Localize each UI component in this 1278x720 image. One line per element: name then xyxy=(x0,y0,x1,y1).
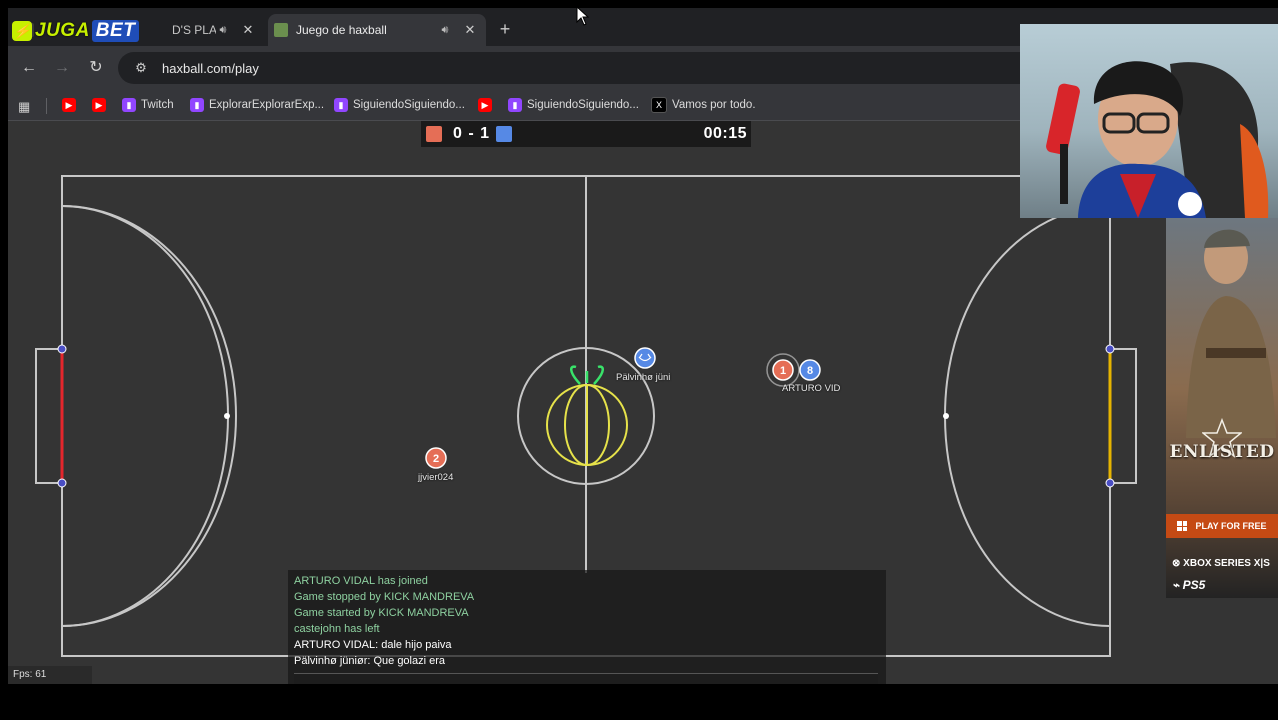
match-timer: 00:15 xyxy=(703,125,747,142)
windows-icon xyxy=(1177,521,1188,531)
ps5-label: ⌁ PS5 xyxy=(1172,578,1206,592)
player-8: 8 xyxy=(799,359,821,381)
penalty-spot xyxy=(224,413,230,419)
chat-input[interactable] xyxy=(294,673,878,684)
chat-line: Pälvinhø jüniør: Que golazi era xyxy=(294,655,446,667)
scoreboard: 0 - 1 00:15 xyxy=(421,121,751,147)
youtube-icon: ▶ xyxy=(62,98,76,112)
reload-button[interactable]: ↻ xyxy=(85,57,107,79)
player-name: jjvier024 xyxy=(418,472,454,483)
close-icon[interactable]: ✕ xyxy=(462,22,478,38)
bookmark-twitch-siguiendo[interactable]: ▮ SiguiendoSiguiendo... xyxy=(334,96,465,114)
bookmark-label: Vamos por todo. xyxy=(672,99,756,111)
chat-line: Game started by KICK MANDREVA xyxy=(294,607,469,619)
player-palvinho xyxy=(634,347,656,369)
player-2: 2 xyxy=(425,447,447,469)
xbox-label: ⊗ XBOX SERIES X|S xyxy=(1172,558,1270,569)
url-text[interactable]: haxball.com/play xyxy=(162,61,259,76)
ad-title: ENLISTED xyxy=(1169,442,1275,462)
goal-post xyxy=(57,344,67,354)
address-bar[interactable]: ⚙︎ haxball.com/play xyxy=(118,52,1128,84)
haxball-favicon-icon xyxy=(274,23,288,37)
cta-label: PLAY FOR FREE xyxy=(1195,521,1267,531)
forward-button[interactable]: → xyxy=(51,57,73,79)
right-goal-net xyxy=(1110,348,1137,484)
mouse-cursor-icon xyxy=(576,6,590,26)
tab-active[interactable]: Juego de haxball 🔊︎ ✕ xyxy=(268,14,486,46)
bookmark-twitch-explorar[interactable]: ▮ ExplorarExplorarExp... xyxy=(190,96,324,114)
goal-post xyxy=(57,478,67,488)
divider xyxy=(46,98,47,114)
bookmark-label: SiguiendoSiguiendo... xyxy=(527,99,639,111)
twitch-icon: ▮ xyxy=(334,98,348,112)
jugabet-logo: ⚡ JUGA BET xyxy=(12,20,152,42)
goal-post xyxy=(1105,344,1115,354)
platform-label: PS5 xyxy=(1182,578,1206,592)
x-icon: X xyxy=(651,97,667,113)
left-penalty-area xyxy=(61,205,230,627)
youtube-icon: ▶ xyxy=(478,98,492,112)
tab-title: Juego de haxball xyxy=(296,23,387,37)
penalty-spot xyxy=(943,413,949,419)
chat-line: castejohn has left xyxy=(294,623,380,635)
logo-bet: BET xyxy=(91,20,140,42)
bookmark-x[interactable]: X Vamos por todo. xyxy=(651,96,756,114)
bookmark-twitch-siguiendo[interactable]: ▮ SiguiendoSiguiendo... xyxy=(508,96,639,114)
enlisted-ad[interactable]: ENLISTED PLAY FOR FREE ⊗ XBOX SERIES X|S… xyxy=(1166,218,1278,598)
twitch-icon: ▮ xyxy=(122,98,136,112)
soldier-illustration xyxy=(1186,229,1276,438)
bookmark-twitch[interactable]: ▮ Twitch xyxy=(122,96,174,114)
logo-juga: JUGA xyxy=(35,20,90,41)
blue-team-square xyxy=(496,126,513,142)
webcam-overlay xyxy=(1020,24,1278,218)
close-icon[interactable]: ✕ xyxy=(240,22,256,38)
new-tab-button[interactable]: + xyxy=(494,18,516,40)
score: 0 - 1 xyxy=(453,125,491,142)
chat-line: Game stopped by KICK MANDREVA xyxy=(294,591,475,603)
youtube-icon: ▶ xyxy=(92,98,106,112)
back-button[interactable]: ← xyxy=(18,57,40,79)
chat-line: ARTURO VIDAL: dale hijo paiva xyxy=(294,639,452,651)
red-team-square xyxy=(426,126,442,142)
left-goal-net xyxy=(35,348,62,484)
bookmark-label: SiguiendoSiguiendo... xyxy=(353,99,465,111)
streamer-figure xyxy=(1046,61,1269,218)
chat-line: ARTURO VIDAL has joined xyxy=(294,575,428,587)
fps-counter: Fps: 61 xyxy=(8,666,92,684)
right-penalty-area xyxy=(943,205,1111,627)
player-avatar: 2 xyxy=(433,453,439,465)
twitch-icon: ▮ xyxy=(190,98,204,112)
speaker-icon[interactable]: 🔊︎ xyxy=(216,24,230,37)
site-settings-icon[interactable]: ⚙︎ xyxy=(132,60,150,76)
bookmark-youtube[interactable]: ▶ xyxy=(92,96,111,114)
left-penalty-arc xyxy=(61,205,237,627)
ball xyxy=(546,365,628,466)
play-for-free-button[interactable]: PLAY FOR FREE xyxy=(1166,514,1278,538)
platform-label: XBOX SERIES X|S xyxy=(1183,558,1270,569)
lightning-icon: ⚡ xyxy=(12,21,32,41)
twitch-icon: ▮ xyxy=(508,98,522,112)
player-avatar: 1 xyxy=(780,365,786,377)
bookmark-youtube[interactable]: ▶ xyxy=(62,96,81,114)
goal-post xyxy=(1105,478,1115,488)
player-avatar: 8 xyxy=(807,365,813,377)
player-1: 1 xyxy=(766,353,800,387)
speaker-icon[interactable]: 🔊︎ xyxy=(438,24,452,37)
chat-box: ARTURO VIDAL has joined Game stopped by … xyxy=(288,570,886,684)
bookmark-label: ExplorarExplorarExp... xyxy=(209,99,325,111)
bookmark-label: Twitch xyxy=(141,99,174,111)
player-name: Pälvinhø jüni xyxy=(616,372,671,383)
player-name: ARTURO VID xyxy=(782,383,841,394)
bookmark-youtube[interactable]: ▶ xyxy=(478,96,497,114)
apps-grid-icon[interactable]: ▦ xyxy=(18,100,32,114)
